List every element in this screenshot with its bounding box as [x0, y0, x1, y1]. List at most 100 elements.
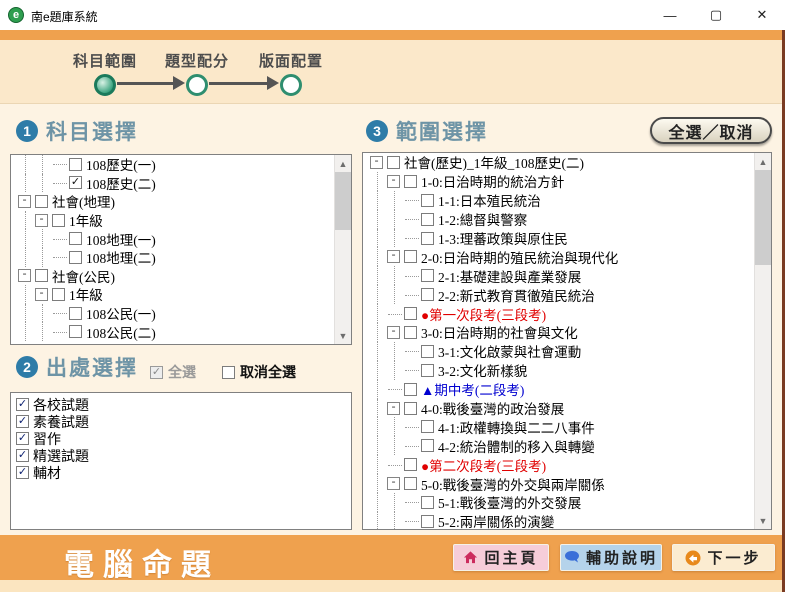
tree-item[interactable]: 4-1:政權轉換與二二八事件: [363, 417, 754, 436]
source-list-item[interactable]: ✓輔材: [11, 464, 351, 481]
checkbox[interactable]: [69, 307, 82, 320]
tree-item[interactable]: -1年級: [11, 211, 334, 230]
tree-item[interactable]: 1-1:日本殖民統治: [363, 191, 754, 210]
step-circle-2[interactable]: [186, 74, 208, 96]
tree-item[interactable]: 108公民(一): [11, 304, 334, 323]
scrollbar-thumb[interactable]: [335, 172, 351, 230]
tree-item[interactable]: 2-2:新式教育貫徹殖民統治: [363, 285, 754, 304]
step-circle-3[interactable]: [280, 74, 302, 96]
checkbox[interactable]: [404, 383, 417, 396]
checkbox[interactable]: [421, 496, 434, 509]
checkbox[interactable]: [421, 269, 434, 282]
collapse-icon[interactable]: -: [18, 344, 31, 345]
checkbox[interactable]: [404, 402, 417, 415]
source-list-item[interactable]: ✓習作: [11, 430, 351, 447]
deselect-all-checkbox[interactable]: 取消全選: [222, 362, 296, 382]
checkbox[interactable]: ✓: [150, 366, 163, 379]
checkbox[interactable]: [35, 269, 48, 282]
tree-item[interactable]: -社會(地理): [11, 192, 334, 211]
tree-item[interactable]: 1-3:理蕃政策與原住民: [363, 229, 754, 248]
tree-item[interactable]: -1年級: [11, 285, 334, 304]
checkbox[interactable]: [222, 366, 235, 379]
source-list-item[interactable]: ✓各校試題: [11, 396, 351, 413]
checkbox[interactable]: [35, 344, 48, 345]
tree-item[interactable]: -1-0:日治時期的統治方針: [363, 172, 754, 191]
tree-item[interactable]: -歷屆試題: [11, 341, 334, 345]
checkbox[interactable]: ✓: [16, 415, 29, 428]
checkbox[interactable]: [421, 420, 434, 433]
step-circle-1[interactable]: [94, 74, 116, 96]
source-list-item[interactable]: ✓精選試題: [11, 447, 351, 464]
checkbox[interactable]: [387, 156, 400, 169]
checkbox[interactable]: [69, 251, 82, 264]
tree-item[interactable]: -4-0:戰後臺灣的政治發展: [363, 399, 754, 418]
home-button[interactable]: 回主頁: [453, 544, 549, 571]
tree-item[interactable]: 1-2:總督與警察: [363, 210, 754, 229]
tree-item[interactable]: 108地理(一): [11, 229, 334, 248]
checkbox[interactable]: [404, 326, 417, 339]
checkbox[interactable]: [404, 458, 417, 471]
collapse-icon[interactable]: -: [18, 269, 31, 282]
scroll-down-icon[interactable]: ▼: [335, 327, 351, 344]
tree-item[interactable]: -社會(公民): [11, 267, 334, 286]
checkbox[interactable]: [421, 345, 434, 358]
checkbox[interactable]: [69, 158, 82, 171]
tree-item[interactable]: 2-1:基礎建設與產業發展: [363, 266, 754, 285]
checkbox[interactable]: [421, 515, 434, 528]
checkbox[interactable]: [35, 195, 48, 208]
checkbox[interactable]: ✓: [69, 176, 82, 189]
collapse-icon[interactable]: -: [18, 195, 31, 208]
maximize-button[interactable]: ▢: [693, 0, 739, 30]
collapse-icon[interactable]: -: [387, 326, 400, 339]
checkbox[interactable]: [421, 288, 434, 301]
tree-item[interactable]: -2-0:日治時期的殖民統治與現代化: [363, 247, 754, 266]
checkbox[interactable]: [52, 288, 65, 301]
tree-item[interactable]: -社會(歷史)_1年級_108歷史(二): [363, 153, 754, 172]
tree-item[interactable]: 5-2:兩岸關係的演變: [363, 512, 754, 530]
collapse-icon[interactable]: -: [387, 175, 400, 188]
tree-item[interactable]: ●第二次段考(三段考): [363, 455, 754, 474]
checkbox[interactable]: [404, 477, 417, 490]
checkbox[interactable]: [404, 307, 417, 320]
collapse-icon[interactable]: -: [387, 250, 400, 263]
close-button[interactable]: ✕: [739, 0, 785, 30]
tree-item[interactable]: 108地理(二): [11, 248, 334, 267]
tree-item[interactable]: ✓108歷史(二): [11, 174, 334, 193]
collapse-icon[interactable]: -: [35, 288, 48, 301]
tree-item[interactable]: 5-1:戰後臺灣的外交發展: [363, 493, 754, 512]
collapse-icon[interactable]: -: [387, 477, 400, 490]
checkbox[interactable]: [52, 214, 65, 227]
tree-item[interactable]: ▲期中考(二段考): [363, 380, 754, 399]
collapse-icon[interactable]: -: [387, 402, 400, 415]
source-list-item[interactable]: ✓素養試題: [11, 413, 351, 430]
scroll-up-icon[interactable]: ▲: [335, 155, 351, 172]
tree-item[interactable]: 108歷史(一): [11, 155, 334, 174]
tree-item[interactable]: ●第一次段考(三段考): [363, 304, 754, 323]
checkbox[interactable]: [421, 194, 434, 207]
tree-item[interactable]: -3-0:日治時期的社會與文化: [363, 323, 754, 342]
minimize-button[interactable]: —: [647, 0, 693, 30]
scrollbar-thumb[interactable]: [755, 170, 771, 265]
checkbox[interactable]: [421, 232, 434, 245]
toggle-all-button[interactable]: 全選／取消: [650, 117, 772, 144]
checkbox[interactable]: [69, 325, 82, 338]
next-step-button[interactable]: 下一步: [672, 544, 775, 571]
collapse-icon[interactable]: -: [35, 214, 48, 227]
checkbox[interactable]: [421, 213, 434, 226]
checkbox[interactable]: ✓: [16, 466, 29, 479]
select-all-checkbox[interactable]: ✓ 全選: [150, 362, 196, 382]
tree-item[interactable]: 108公民(二): [11, 322, 334, 341]
checkbox[interactable]: ✓: [16, 432, 29, 445]
checkbox[interactable]: [69, 232, 82, 245]
tree-item[interactable]: 3-1:文化啟蒙與社會運動: [363, 342, 754, 361]
checkbox[interactable]: ✓: [16, 398, 29, 411]
checkbox[interactable]: [404, 175, 417, 188]
scroll-up-icon[interactable]: ▲: [755, 153, 771, 170]
checkbox[interactable]: ✓: [16, 449, 29, 462]
scroll-down-icon[interactable]: ▼: [755, 512, 771, 529]
collapse-icon[interactable]: -: [370, 156, 383, 169]
checkbox[interactable]: [421, 439, 434, 452]
tree-item[interactable]: 3-2:文化新樣貌: [363, 361, 754, 380]
checkbox[interactable]: [404, 250, 417, 263]
tree-item[interactable]: 4-2:統治體制的移入與轉變: [363, 436, 754, 455]
